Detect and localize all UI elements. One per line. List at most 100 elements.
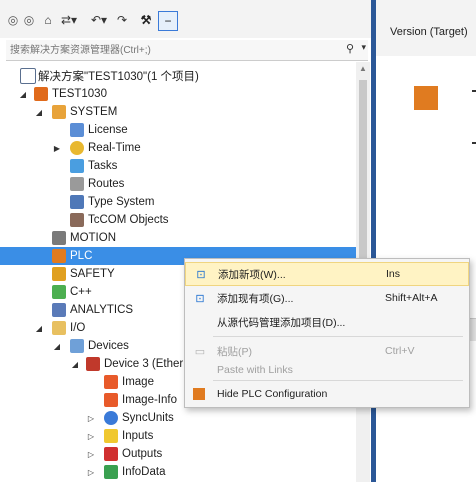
collapsed-arrow-icon[interactable]: ▷ [86, 450, 96, 459]
explorer-toolbar: ◎ ◎ ⌂ ⇄▾ ↶▾ ↷ ⚒ − [0, 0, 371, 38]
tree-item-label: MOTION [70, 232, 116, 244]
tree-item-label: InfoData [122, 466, 166, 478]
tree-item-infodata[interactable]: ▷ InfoData [0, 463, 356, 481]
editor-header: Version (Target) [376, 0, 476, 56]
tree-item-inputs[interactable]: ▷ Inputs [0, 427, 356, 445]
menu-item-label: 添加现有项(G)... [217, 292, 294, 305]
menu-item-label: Paste with Links [217, 364, 293, 376]
menu-item-shortcut: Shift+Alt+A [385, 292, 438, 304]
menu-item-label: Hide PLC Configuration [217, 388, 328, 400]
expanded-arrow-icon[interactable]: ◢ [52, 342, 62, 351]
tree-item-label: C++ [70, 286, 92, 298]
sync-icon[interactable]: ⇄▾ [58, 11, 80, 29]
device-icon [86, 357, 100, 371]
paste-icon: ▭ [194, 345, 206, 358]
tree-item-license[interactable]: License [0, 121, 356, 139]
menu-item-label: 从源代码管理添加项目(D)... [217, 316, 346, 329]
menu-item-label: 添加新项(W)... [218, 268, 286, 281]
expanded-arrow-icon[interactable]: ◢ [18, 90, 28, 99]
analytics-icon [52, 303, 66, 317]
editor-title: Version (Target) [390, 26, 468, 38]
chevron-down-icon[interactable]: ▾ [361, 42, 366, 53]
tree-item-tasks[interactable]: Tasks [0, 157, 356, 175]
add-new-item-icon: ⊡ [196, 268, 206, 281]
tree-item-label: Image [122, 376, 154, 388]
system-icon [52, 105, 66, 119]
tree-item-label: ANALYTICS [70, 304, 134, 316]
tasks-icon [70, 159, 84, 173]
search-bar[interactable]: ⚲ ▾ [6, 40, 368, 61]
tree-item-label: I/O [70, 322, 86, 334]
menu-item-add-from-source-control[interactable]: 从源代码管理添加项目(D)... [185, 310, 469, 334]
tree-item-label: 解决方案"TEST1030"(1 个项目) [38, 71, 199, 83]
image-info-icon [104, 393, 118, 407]
tree-item-motion[interactable]: MOTION [0, 229, 356, 247]
plc-icon [52, 249, 66, 263]
tree-item-syncunits[interactable]: ▷ SyncUnits [0, 409, 356, 427]
menu-separator [213, 380, 463, 381]
text-fragment-mark [472, 90, 476, 92]
context-menu: ⊡ 添加新项(W)... Ins ⊡ 添加现有项(G)... Shift+Alt… [184, 258, 470, 408]
collapsed-arrow-icon[interactable]: ▷ [86, 468, 96, 477]
collapsed-arrow-icon[interactable]: ▷ [86, 414, 96, 423]
io-icon [52, 321, 66, 335]
tree-item-system[interactable]: ◢ SYSTEM [0, 103, 356, 121]
tree-item-type-system[interactable]: Type System [0, 193, 356, 211]
menu-item-shortcut: Ins [386, 268, 401, 280]
menu-item-paste-with-links[interactable]: Paste with Links [185, 358, 469, 382]
tree-item-outputs[interactable]: ▷ Outputs [0, 445, 356, 463]
tree-item-label: TEST1030 [52, 88, 107, 100]
back-icon[interactable]: ◎ [6, 11, 20, 29]
expanded-arrow-icon[interactable]: ◢ [70, 360, 80, 369]
tree-item-label: Type System [88, 196, 155, 208]
hide-plc-icon [193, 388, 205, 400]
menu-item-label: 粘贴(P) [217, 345, 252, 358]
tree-item-label: License [88, 124, 128, 136]
tree-item-tccom-objects[interactable]: TcCOM Objects [0, 211, 356, 229]
tree-item-label: Inputs [122, 430, 154, 442]
home-icon[interactable]: ⌂ [40, 11, 56, 29]
expanded-arrow-icon[interactable]: ◢ [34, 324, 44, 333]
menu-separator [213, 336, 463, 337]
infodata-icon [104, 465, 118, 479]
tree-item-label: Image-Info [122, 394, 177, 406]
tree-item-label: Routes [88, 178, 125, 190]
menu-item-hide-plc-configuration[interactable]: Hide PLC Configuration [185, 382, 469, 406]
outputs-icon [104, 447, 118, 461]
search-input[interactable] [10, 42, 330, 58]
collapsed-arrow-icon[interactable]: ▷ [86, 432, 96, 441]
minus-icon[interactable]: − [158, 11, 178, 31]
collapsed-arrow-icon[interactable]: ▶ [52, 144, 62, 153]
tree-item-routes[interactable]: Routes [0, 175, 356, 193]
motion-icon [52, 231, 66, 245]
tree-item-label: PLC [70, 250, 93, 262]
add-existing-item-icon: ⊡ [195, 292, 205, 305]
tree-item-label: SyncUnits [122, 412, 174, 424]
tree-item-label: Real-Time [88, 142, 141, 154]
devices-icon [70, 339, 84, 353]
menu-item-add-new-item[interactable]: ⊡ 添加新项(W)... Ins [185, 262, 469, 286]
license-icon [70, 123, 84, 137]
editor-panel: Version (Target) [376, 0, 476, 482]
realtime-icon [70, 141, 84, 155]
scroll-up-icon[interactable]: ▲ [359, 64, 367, 73]
tree-item-label: Device 3 (Ether [104, 358, 184, 370]
tree-item-label: Devices [88, 340, 129, 352]
tree-item-real-time[interactable]: ▶ Real-Time [0, 139, 356, 157]
cpp-icon [52, 285, 66, 299]
search-icon[interactable]: ⚲ [346, 42, 354, 55]
tree-item-solution[interactable]: 解决方案"TEST1030"(1 个项目) [0, 67, 356, 85]
inputs-icon [104, 429, 118, 443]
menu-item-add-existing-item[interactable]: ⊡ 添加现有项(G)... Shift+Alt+A [185, 286, 469, 310]
undo-icon[interactable]: ↶▾ [88, 11, 110, 29]
tree-item-label: Tasks [88, 160, 118, 172]
tree-item-test1030[interactable]: ◢ TEST1030 [0, 85, 356, 103]
properties-icon[interactable]: ⚒ [138, 11, 154, 29]
text-fragment-mark [472, 142, 476, 144]
redo-icon[interactable]: ↷ [114, 11, 130, 29]
tree-item-label: SYSTEM [70, 106, 118, 118]
solution-icon [20, 68, 36, 84]
tccom-icon [70, 213, 84, 227]
forward-icon[interactable]: ◎ [22, 11, 36, 29]
expanded-arrow-icon[interactable]: ◢ [34, 108, 44, 117]
